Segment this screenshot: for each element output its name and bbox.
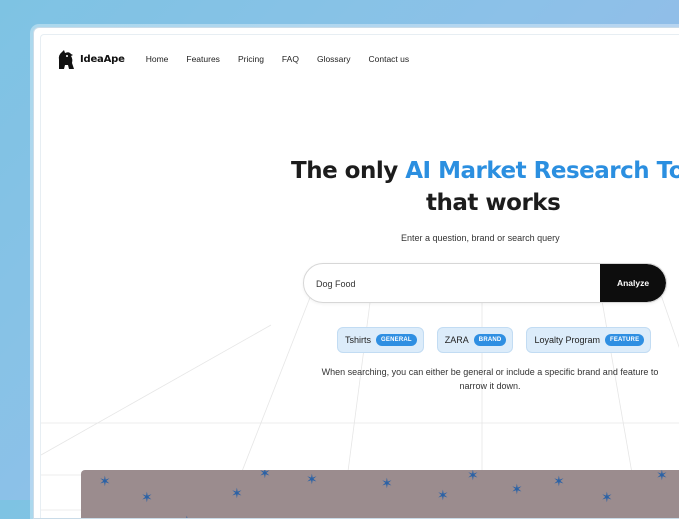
search-hint-line2: narrow it down. <box>459 381 521 391</box>
starfish-icon: ✶ <box>99 473 111 489</box>
starfish-icon: ✶ <box>511 481 523 497</box>
hero-title: The only AI Market Research Tool that wo… <box>291 155 679 219</box>
chip-label: Tshirts <box>345 335 372 345</box>
nav-home[interactable]: Home <box>146 54 169 64</box>
nav-contact[interactable]: Contact us <box>368 54 409 64</box>
search-hint: When searching, you can either be genera… <box>305 365 675 393</box>
nav-features[interactable]: Features <box>186 54 220 64</box>
chip-zara[interactable]: ZARA BRAND <box>436 327 514 353</box>
chip-badge: FEATURE <box>604 334 645 346</box>
starfish-icon: ✶ <box>553 473 565 489</box>
ape-logo-icon <box>58 50 74 69</box>
starfish-icon: ✶ <box>467 470 479 483</box>
chip-tshirts[interactable]: Tshirts GENERAL <box>337 327 424 353</box>
nav-pricing[interactable]: Pricing <box>238 54 264 64</box>
starfish-icon: ✶ <box>181 514 193 518</box>
starfish-icon: ✶ <box>141 489 153 505</box>
brand-name: IdeaApe <box>80 53 125 65</box>
search-input[interactable] <box>304 264 608 302</box>
starfish-icon: ✶ <box>381 475 393 491</box>
top-navigation: IdeaApe Home Features Pricing FAQ Glossa… <box>55 45 427 73</box>
chip-loyalty-program[interactable]: Loyalty Program FEATURE <box>526 327 652 353</box>
starfish-icon: ✶ <box>259 470 271 481</box>
example-chips: Tshirts GENERAL ZARA BRAND Loyalty Progr… <box>337 327 652 353</box>
hero-subtitle: Enter a question, brand or search query <box>401 233 560 243</box>
chip-label: Loyalty Program <box>534 335 600 345</box>
chip-badge: GENERAL <box>376 334 417 346</box>
starfish-icon: ✶ <box>601 489 613 505</box>
analyze-button[interactable]: Analyze <box>600 264 666 302</box>
chip-badge: BRAND <box>473 334 507 346</box>
search-bar: Analyze <box>303 263 667 303</box>
chip-label: ZARA <box>444 335 469 345</box>
nav-glossary[interactable]: Glossary <box>317 54 351 64</box>
starfish-icon: ✶ <box>656 470 668 483</box>
hero-title-accent: AI Market Research Tool <box>405 158 679 184</box>
nav-faq[interactable]: FAQ <box>282 54 299 64</box>
starfish-icon: ✶ <box>231 485 243 501</box>
hero-title-line2: that works <box>426 190 561 216</box>
hero-title-prefix: The only <box>291 158 406 184</box>
starfish-icon: ✶ <box>306 471 318 487</box>
search-hint-line1: When searching, you can either be genera… <box>321 367 659 377</box>
browser-window: IdeaApe Home Features Pricing FAQ Glossa… <box>33 27 679 519</box>
page-content: IdeaApe Home Features Pricing FAQ Glossa… <box>40 34 679 518</box>
brand-logo[interactable]: IdeaApe <box>55 47 125 71</box>
preview-image: ✶ ✶ ✶ ✶ ✶ ✶ ✶ ✶ ✶ ✶ ✶ ✶ ✶ <box>81 470 679 518</box>
